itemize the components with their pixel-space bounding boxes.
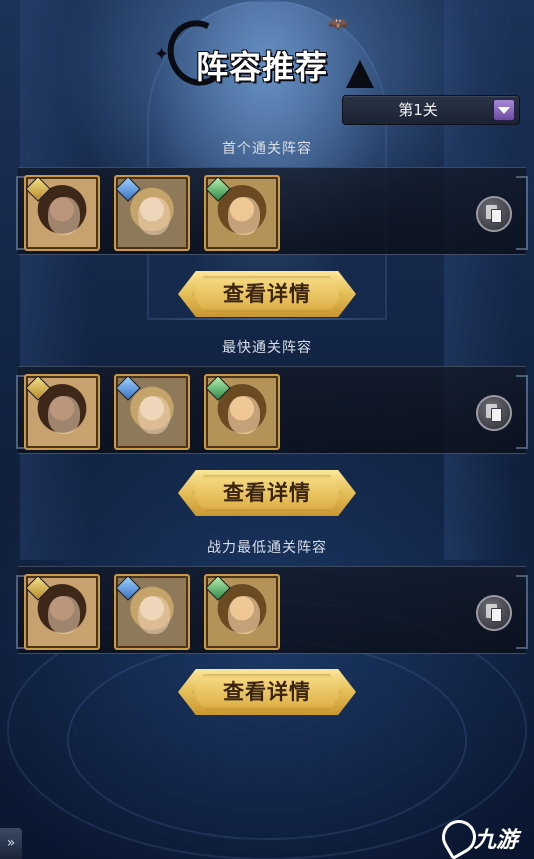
team-lineup-panel [16, 566, 528, 654]
hero-card[interactable] [24, 574, 100, 650]
hero-card[interactable] [24, 374, 100, 450]
view-details-label: 查看详情 [223, 282, 311, 306]
hero-priestess-portrait-icon [138, 396, 170, 434]
page-title: 阵容推荐 [196, 48, 329, 86]
blue-crystal-badge-icon [116, 576, 141, 601]
hero-blond-fighter-portrait-icon [228, 197, 260, 235]
copy-lineup-button[interactable] [476, 595, 512, 631]
green-crystal-badge-icon [206, 376, 231, 401]
background-pillar-left [20, 0, 90, 560]
expand-arrow-icon[interactable]: » [0, 828, 22, 859]
tree-silhouette-icon [346, 60, 374, 88]
gold-star-badge-icon [26, 376, 51, 401]
hero-blond-fighter-portrait-icon [228, 396, 260, 434]
chevron-down-icon[interactable] [493, 99, 515, 121]
hero-warrior-woman-portrait-icon [48, 596, 80, 634]
background-pillar-right [444, 0, 514, 560]
green-crystal-badge-icon [206, 177, 231, 202]
blue-crystal-badge-icon [116, 177, 141, 202]
copy-icon [486, 604, 502, 622]
hero-warrior-woman-portrait-icon [48, 396, 80, 434]
hero-card[interactable] [114, 574, 190, 650]
hero-card[interactable] [204, 574, 280, 650]
level-dropdown-value: 第1关 [398, 101, 438, 119]
view-details-button[interactable]: 查看详情 [178, 470, 356, 516]
hero-card[interactable] [204, 374, 280, 450]
team-lineup-panel [16, 167, 528, 255]
copy-icon [486, 404, 502, 422]
hero-card[interactable] [114, 374, 190, 450]
hero-priestess-portrait-icon [138, 197, 170, 235]
bat-icon: 🦇 [328, 14, 348, 33]
team-section-label: 首个通关阵容 [222, 141, 312, 157]
team-section-label: 战力最低通关阵容 [207, 540, 327, 556]
level-dropdown[interactable]: 第1关 [342, 95, 520, 125]
view-details-button[interactable]: 查看详情 [178, 271, 356, 317]
hero-priestess-portrait-icon [138, 596, 170, 634]
team-lineup-panel [16, 366, 528, 454]
green-crystal-badge-icon [206, 576, 231, 601]
copy-icon [486, 205, 502, 223]
view-details-button[interactable]: 查看详情 [178, 669, 356, 715]
view-details-label: 查看详情 [223, 481, 311, 505]
hero-warrior-woman-portrait-icon [48, 197, 80, 235]
copy-lineup-button[interactable] [476, 395, 512, 431]
copy-lineup-button[interactable] [476, 196, 512, 232]
sparkle-icon: ✦ [154, 44, 170, 65]
team-section-label: 最快通关阵容 [222, 340, 312, 356]
blue-crystal-badge-icon [116, 376, 141, 401]
gold-star-badge-icon [26, 576, 51, 601]
view-details-label: 查看详情 [223, 680, 311, 704]
gold-star-badge-icon [26, 177, 51, 202]
hero-card[interactable] [114, 175, 190, 251]
hero-card[interactable] [24, 175, 100, 251]
page-title-banner: ✦ 🦇 阵容推荐 [154, 11, 390, 95]
watermark-text: 九游 [474, 828, 519, 853]
hero-blond-fighter-portrait-icon [228, 596, 260, 634]
hero-card[interactable] [204, 175, 280, 251]
